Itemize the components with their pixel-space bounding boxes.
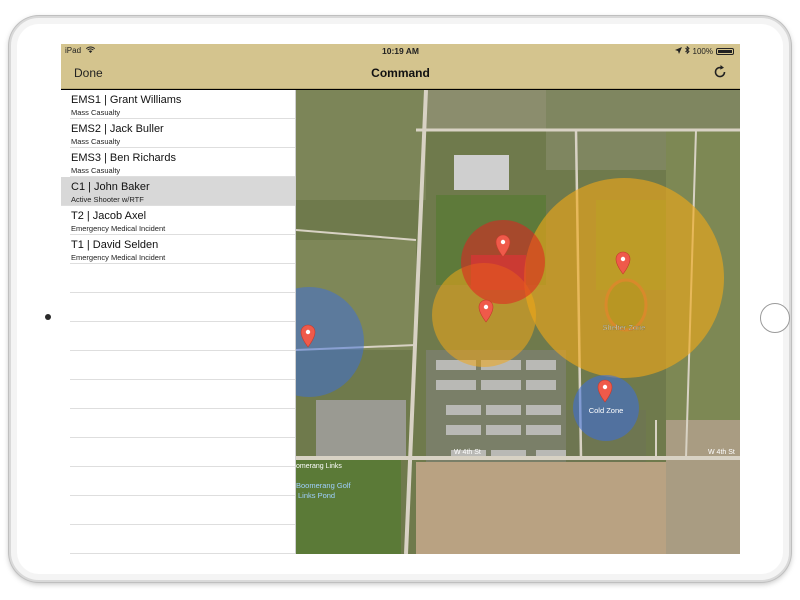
location-icon [674,46,682,56]
cold-zone-label: Cold Zone [589,406,624,415]
empty-row [70,264,295,293]
incident-type: Mass Casualty [71,137,121,146]
battery-percent: 100% [692,46,713,56]
incident-row[interactable]: EMS1 | Grant Williams Mass Casualty [70,90,295,119]
shelter-zone-circle[interactable] [524,178,724,378]
street-label-w4th: W 4th St [454,449,481,456]
nav-title: Command [371,66,430,80]
nav-bar: Done Command [61,58,740,89]
refresh-icon[interactable] [712,64,728,80]
map-area-residential-nw [296,90,426,200]
golf-links-label: omerang Links [296,463,342,470]
front-camera [45,314,51,320]
empty-row [70,380,295,409]
empty-row [70,322,295,351]
status-time: 10:19 AM [381,46,419,56]
incident-title: T1 | David Selden [71,239,159,251]
incident-title: EMS3 | Ben Richards [71,152,176,164]
screen: iPad 10:19 AM 100% Done Command EMS1 | G… [61,44,740,554]
empty-row [70,293,295,322]
incident-title: T2 | Jacob Axel [71,210,147,222]
satellite-map[interactable]: Shelter Zone Cold Zone W 4th St W 4th St… [296,90,740,554]
incident-type: Emergency Medical Incident [71,253,166,262]
map-school-building [454,155,509,190]
empty-row [70,438,295,467]
map-golf-course [296,460,401,554]
home-button[interactable] [760,303,790,333]
bluetooth-icon [684,45,690,56]
empty-row [70,467,295,496]
status-bar: iPad 10:19 AM 100% [61,44,740,58]
incident-title: C1 | John Baker [71,181,150,193]
golf-pond-label-line2: Links Pond [298,491,335,500]
map-area-se [666,420,740,554]
golf-pond-label-line1: Boomerang Golf [296,481,352,490]
incident-row[interactable]: EMS3 | Ben Richards Mass Casualty [70,148,295,177]
hot-zone-circle[interactable] [461,220,545,304]
status-right: 100% [674,45,734,56]
incident-type: Mass Casualty [71,166,121,175]
empty-row [70,409,295,438]
incident-type: Emergency Medical Incident [71,224,166,233]
incident-title: EMS1 | Grant Williams [71,94,182,106]
battery-icon [716,47,734,55]
incident-row[interactable]: EMS2 | Jack Buller Mass Casualty [70,119,295,148]
map-farm-field [416,462,666,554]
street-label-w4th-east: W 4th St [708,449,735,456]
empty-row [70,525,295,554]
map-view[interactable]: Shelter Zone Cold Zone W 4th St W 4th St… [296,90,740,554]
incident-type: Active Shooter w/RTF [71,195,144,204]
empty-row [70,496,295,525]
incident-list: EMS1 | Grant Williams Mass Casualty EMS2 |… [61,90,296,554]
incident-row[interactable]: C1 | John Baker Active Shooter w/RTF [61,177,295,206]
incident-title: EMS2 | Jack Buller [71,123,164,135]
shelter-zone-label: Shelter Zone [603,323,646,332]
incident-row[interactable]: T1 | David Selden Emergency Medical Incid… [70,235,295,264]
empty-row [70,351,295,380]
map-commercial-lot [316,400,406,460]
incident-type: Mass Casualty [71,108,121,117]
incident-row[interactable]: T2 | Jacob Axel Emergency Medical Inciden… [70,206,295,235]
